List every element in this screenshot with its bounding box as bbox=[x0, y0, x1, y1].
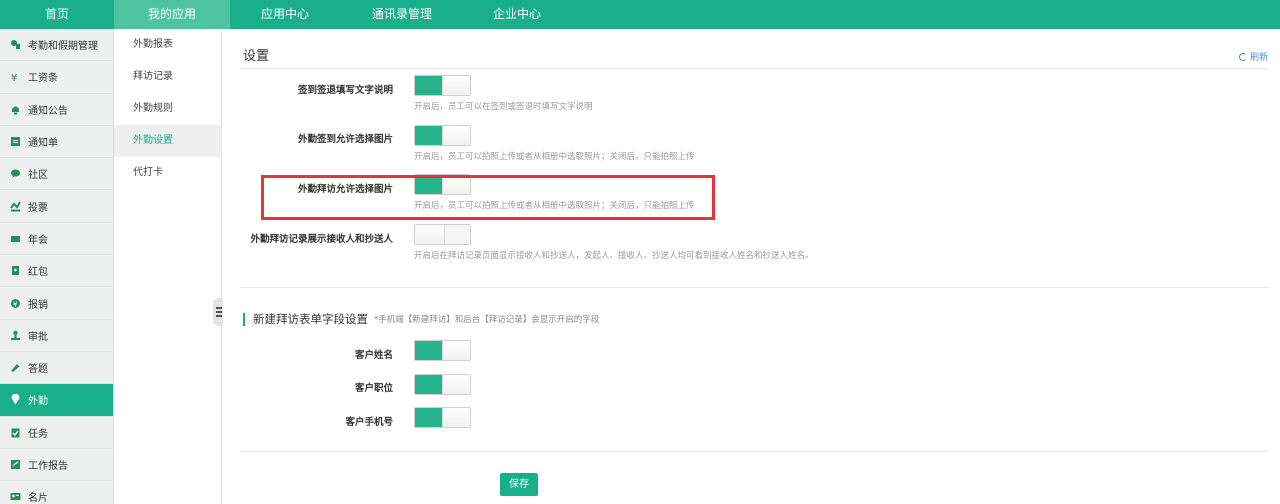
sidebar-item-label: 年会 bbox=[28, 234, 48, 246]
location-icon bbox=[10, 394, 21, 405]
svg-text:¥: ¥ bbox=[11, 73, 17, 82]
approval-icon bbox=[10, 330, 21, 341]
nav-my-apps[interactable]: 我的应用 bbox=[114, 0, 230, 29]
sidebar: 考勤和假期管理 ¥ 工资条 通知公告 通知单 社区 投票 年会 红包 ¥ 报销 … bbox=[0, 29, 114, 504]
sidebar-item-label: 审批 bbox=[28, 331, 48, 343]
sidebar-item-attendance[interactable]: 考勤和假期管理 bbox=[0, 29, 113, 62]
svg-text:¥: ¥ bbox=[13, 300, 18, 308]
sidebar-item-notice[interactable]: 通知单 bbox=[0, 126, 113, 159]
setting-label-checkin-photo: 外勤签到允许选择图片 bbox=[297, 134, 393, 145]
setting-label-checkin-text: 签到签退填写文字说明 bbox=[297, 85, 393, 96]
sidebar-item-label: 投票 bbox=[28, 202, 48, 214]
quiz-icon bbox=[10, 362, 21, 373]
sidebar-item-label: 工资条 bbox=[28, 73, 58, 85]
field-label-customer-name: 客户姓名 bbox=[354, 350, 393, 361]
divider bbox=[240, 68, 1270, 69]
sidebar-item-salary[interactable]: ¥ 工资条 bbox=[0, 61, 113, 94]
refresh-label: 刷新 bbox=[1249, 53, 1268, 63]
menu-icon bbox=[216, 307, 222, 317]
notice-icon bbox=[10, 136, 21, 147]
sidebar-item-label: 通知单 bbox=[28, 138, 58, 150]
sidebar-item-red-packet[interactable]: 红包 bbox=[0, 255, 113, 288]
submenu-item-field-rules[interactable]: 外勤规则 bbox=[114, 93, 221, 125]
sidebar-item-label: 报销 bbox=[28, 299, 48, 311]
sidebar-item-label: 答题 bbox=[28, 364, 48, 376]
sidebar-item-approval[interactable]: 审批 bbox=[0, 320, 113, 352]
bell-icon bbox=[10, 104, 21, 115]
nav-enterprise[interactable]: 企业中心 bbox=[464, 0, 570, 29]
nav-app-center[interactable]: 应用中心 bbox=[230, 0, 340, 29]
page-title: 设置 bbox=[243, 49, 270, 64]
task-icon bbox=[10, 427, 21, 438]
section-note: *手机端【新建拜访】和后台【拜访记录】会显示开启的字段 bbox=[374, 315, 600, 325]
field-label-customer-phone: 客户手机号 bbox=[345, 417, 393, 428]
sidebar-item-label: 名片 bbox=[28, 493, 48, 504]
setting-desc: 开启后，员工可以在签到或签退时填写文字说明 bbox=[414, 102, 593, 112]
submenu-item-proxy-checkin[interactable]: 代打卡 bbox=[114, 157, 221, 189]
sidebar-item-task[interactable]: 任务 bbox=[0, 417, 113, 449]
reimburse-icon: ¥ bbox=[10, 298, 21, 309]
top-nav: 首页 我的应用 应用中心 通讯录管理 企业中心 bbox=[0, 0, 1280, 29]
divider bbox=[240, 287, 1270, 288]
report-icon bbox=[10, 459, 21, 470]
sidebar-item-work-report[interactable]: 工作报告 bbox=[0, 449, 113, 482]
card-icon bbox=[10, 491, 21, 502]
sidebar-item-reimburse[interactable]: ¥ 报销 bbox=[0, 287, 113, 320]
nav-contacts[interactable]: 通讯录管理 bbox=[340, 0, 464, 29]
attendance-icon bbox=[10, 39, 21, 50]
main-content: 设置 刷新 签到签退填写文字说明 开启后，员工可以在签到或签退时填写文字说明 外… bbox=[223, 29, 1280, 504]
submenu-item-visit-records[interactable]: 拜访记录 bbox=[114, 61, 221, 93]
refresh-icon bbox=[1238, 52, 1247, 61]
vote-icon bbox=[10, 201, 21, 212]
sidebar-item-label: 考勤和假期管理 bbox=[28, 41, 98, 53]
nav-home[interactable]: 首页 bbox=[0, 0, 114, 29]
sidebar-item-label: 通知公告 bbox=[28, 105, 68, 117]
refresh-button[interactable]: 刷新 bbox=[1238, 50, 1268, 63]
collapse-handle[interactable] bbox=[213, 298, 223, 326]
toggle-visit-recipients[interactable] bbox=[414, 224, 471, 245]
setting-desc: 开启后，员工可以拍照上传或者从相册中选取照片；关闭后，只能拍照上传 bbox=[414, 152, 695, 162]
field-label-customer-position: 客户职位 bbox=[354, 383, 393, 394]
section-bar bbox=[243, 312, 245, 326]
save-button[interactable]: 保存 bbox=[500, 473, 538, 496]
sidebar-item-quiz[interactable]: 答题 bbox=[0, 352, 113, 385]
divider bbox=[240, 451, 1270, 452]
sidebar-item-label: 工作报告 bbox=[28, 461, 68, 472]
toggle-customer-phone[interactable] bbox=[414, 407, 471, 428]
sidebar-item-vote[interactable]: 投票 bbox=[0, 190, 113, 223]
sidebar-item-label: 外勤 bbox=[28, 396, 48, 408]
salary-icon: ¥ bbox=[10, 71, 21, 84]
highlight-box bbox=[261, 175, 715, 220]
submenu-item-field-report[interactable]: 外勤报表 bbox=[114, 29, 221, 61]
sidebar-item-label: 社区 bbox=[28, 170, 48, 182]
submenu-item-field-settings[interactable]: 外勤设置 bbox=[114, 125, 221, 157]
toggle-customer-position[interactable] bbox=[414, 374, 471, 395]
setting-label-visit-recipients: 外勤拜访记录展示接收人和抄送人 bbox=[250, 234, 393, 245]
sidebar-item-business-card[interactable]: 名片 bbox=[0, 481, 113, 504]
sidebar-item-annual-meeting[interactable]: 年会 bbox=[0, 223, 113, 256]
toggle-customer-name[interactable] bbox=[414, 340, 471, 361]
ticket-icon bbox=[10, 233, 21, 244]
toggle-checkin-photo[interactable] bbox=[414, 125, 471, 146]
submenu: 外勤报表 拜访记录 外勤规则 外勤设置 代打卡 bbox=[114, 29, 222, 504]
sidebar-item-announcement[interactable]: 通知公告 bbox=[0, 94, 113, 126]
toggle-checkin-text[interactable] bbox=[414, 75, 471, 96]
section-heading: 新建拜访表单字段设置 bbox=[253, 312, 368, 326]
section-title: 新建拜访表单字段设置 *手机端【新建拜访】和后台【拜访记录】会显示开启的字段 bbox=[243, 312, 599, 326]
sidebar-item-label: 红包 bbox=[28, 267, 48, 279]
setting-desc: 开启后在拜访记录页面显示接收人和抄送人，发起人、接收人、抄送人均可看到接收人姓名… bbox=[414, 251, 814, 261]
chat-icon bbox=[10, 168, 21, 179]
sidebar-item-field-work[interactable]: 外勤 bbox=[0, 384, 113, 417]
sidebar-item-community[interactable]: 社区 bbox=[0, 158, 113, 191]
sidebar-item-label: 任务 bbox=[28, 428, 48, 440]
redpacket-icon bbox=[10, 265, 21, 276]
